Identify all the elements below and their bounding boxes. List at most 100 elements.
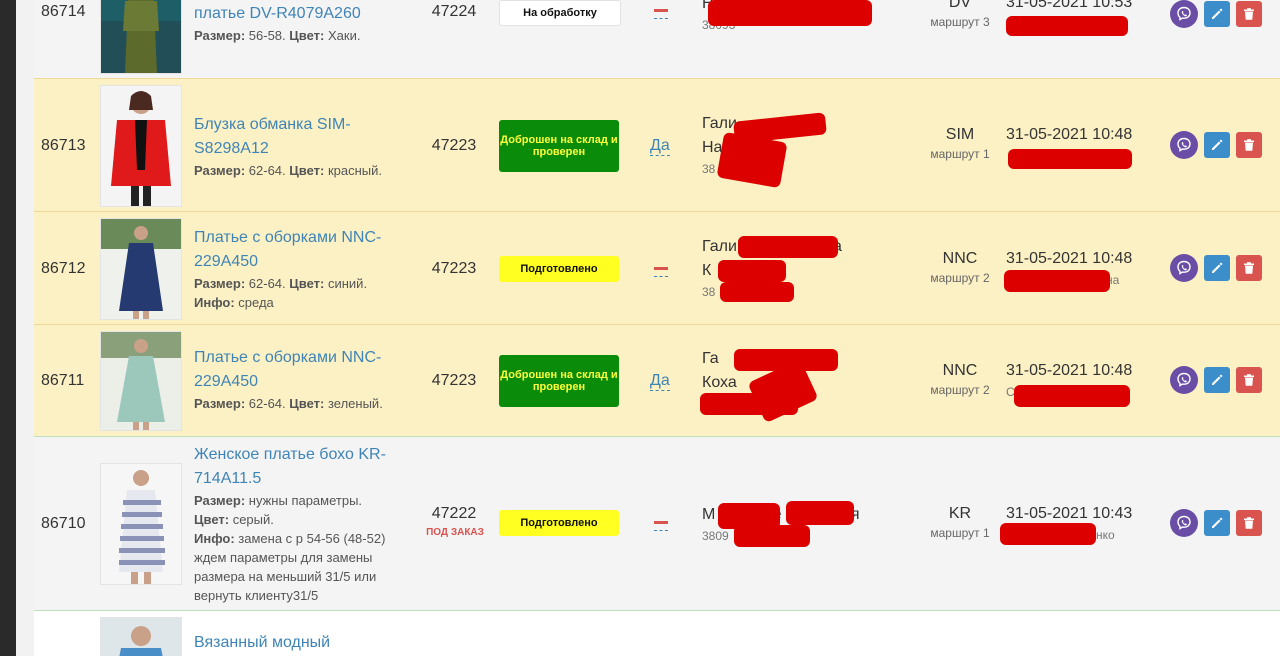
status-badge: На обработку	[499, 0, 621, 26]
pencil-icon	[1212, 262, 1223, 273]
row-actions	[1170, 366, 1280, 394]
edit-button[interactable]	[1204, 367, 1230, 393]
product-info: Платье с оборками NNC- 229A450 Размер: 62…	[194, 226, 409, 312]
product-thumbnail[interactable]	[100, 463, 182, 585]
product-info: Блузка обманка SIM- S8298A12 Размер: 62-6…	[194, 113, 409, 180]
size-value: 56-58.	[248, 28, 286, 43]
client-order-number: 47223	[431, 260, 477, 277]
product-title-link[interactable]: Женское платье бохо KR- 714A11.5	[194, 443, 409, 491]
product-size-color: Размер: 62-64. Цвет: зеленый.	[194, 396, 383, 411]
payment-status-unpaid[interactable]	[654, 267, 668, 277]
route-code: NNC	[942, 362, 978, 379]
route-code: KR	[948, 505, 972, 522]
left-panel-edge	[16, 0, 35, 656]
route-name: маршрут 2	[930, 271, 990, 285]
delete-button[interactable]	[1236, 132, 1262, 158]
delete-button[interactable]	[1236, 1, 1262, 27]
product-thumbnail[interactable]	[100, 0, 182, 74]
redaction-mark	[1006, 16, 1128, 36]
order-id: 86711	[41, 372, 85, 389]
product-color: Цвет: серый.	[194, 512, 274, 527]
product-title-link[interactable]: Блузка обманка SIM- S8298A12	[194, 113, 409, 161]
payment-status-paid[interactable]: Да	[650, 137, 670, 156]
payment-status-unpaid[interactable]	[654, 521, 668, 531]
delete-button[interactable]	[1236, 255, 1262, 281]
client-order-number: 47222 ПОД ЗАКАЗ	[426, 505, 484, 538]
status-badge: Подготовлено	[499, 256, 619, 282]
route-name: маршрут 1	[930, 147, 990, 161]
product-info-note: вернуть клиенту31/5	[194, 588, 319, 603]
route-name: маршрут 2	[930, 383, 990, 397]
product-thumbnail[interactable]	[100, 617, 182, 656]
delete-button[interactable]	[1236, 510, 1262, 536]
status-badge: Подготовлено	[499, 510, 619, 536]
delete-button[interactable]	[1236, 367, 1262, 393]
redaction-mark	[720, 282, 794, 302]
edit-button[interactable]	[1204, 132, 1230, 158]
edit-button[interactable]	[1204, 1, 1230, 27]
trash-icon	[1244, 262, 1254, 274]
row-actions	[1170, 509, 1280, 537]
status-badge: Доброшен на склад и проверен	[499, 120, 619, 172]
color-label: Цвет:	[289, 28, 325, 43]
redaction-mark	[708, 0, 872, 26]
order-id: 86712	[41, 260, 86, 277]
redaction-mark	[1014, 385, 1130, 407]
viber-button[interactable]	[1170, 254, 1198, 282]
route-info: NNC маршрут 2	[914, 360, 1006, 398]
product-size-color: Размер: 62-64. Цвет: синий.	[194, 276, 368, 291]
redaction-mark	[718, 260, 786, 282]
product-title-link[interactable]: Вязанный модный	[194, 631, 409, 655]
row-actions	[1170, 131, 1280, 159]
viber-icon	[1177, 6, 1191, 21]
row-actions	[1170, 254, 1280, 282]
product-size: Размер: нужны параметры.	[194, 493, 363, 508]
route-code: DV	[948, 0, 972, 11]
redaction-mark	[738, 236, 838, 258]
viber-icon	[1177, 260, 1191, 275]
product-size-color: Размер: 62-64. Цвет: красный.	[194, 163, 383, 178]
pencil-icon	[1212, 139, 1223, 150]
product-title-link[interactable]: платье DV-R4079A260	[194, 2, 409, 26]
route-code: NNC	[942, 250, 978, 267]
viber-button[interactable]	[1170, 509, 1198, 537]
order-id: 86713	[41, 137, 86, 154]
order-datetime: 31-05-2021 10:48	[1006, 250, 1133, 267]
order-datetime: 31-05-2021 10:48	[1006, 126, 1133, 143]
status-badge: Доброшен на склад и проверен	[499, 355, 619, 407]
pencil-icon	[1212, 8, 1223, 19]
product-title-link[interactable]: Платье с оборками NNC- 229A450	[194, 226, 409, 274]
table-row: 86714 платье DV-R4079A260 Размер: 56-58.…	[34, 0, 1280, 78]
trash-icon	[1244, 8, 1254, 20]
redaction-mark	[1004, 270, 1110, 292]
viber-button[interactable]	[1170, 366, 1198, 394]
viber-button[interactable]	[1170, 0, 1198, 28]
preorder-badge: ПОД ЗАКАЗ	[426, 527, 484, 538]
edit-button[interactable]	[1204, 255, 1230, 281]
product-info-note: размера на меньший 31/5 или	[194, 569, 377, 584]
edit-button[interactable]	[1204, 510, 1230, 536]
product-thumbnail[interactable]	[100, 331, 182, 431]
order-id: 86710	[41, 515, 86, 532]
client-order-number: 47223	[431, 137, 477, 154]
row-actions	[1170, 0, 1280, 28]
payment-status-unpaid[interactable]	[654, 9, 668, 19]
route-info: KR маршрут 1	[914, 503, 1006, 541]
product-thumbnail[interactable]	[100, 85, 182, 207]
payment-status-paid[interactable]: Да	[650, 372, 670, 391]
redaction-mark	[716, 131, 788, 189]
order-datetime: 31-05-2021 10:53	[1006, 0, 1133, 11]
product-info-note: ждем параметры для замены	[194, 550, 373, 565]
product-thumbnail[interactable]	[100, 218, 182, 320]
trash-icon	[1244, 517, 1254, 529]
product-info-note: Инфо: замена с р 54-56 (48-52)	[194, 531, 386, 546]
product-info-note: Инфо: среда	[194, 295, 274, 310]
product-info: Вязанный модный	[194, 631, 409, 655]
product-title-link[interactable]: Платье с оборками NNC- 229A450	[194, 346, 409, 394]
orders-table: 86714 платье DV-R4079A260 Размер: 56-58.…	[34, 0, 1280, 656]
table-row: 86712 Платье с оборками NNC- 229A450 Разм…	[34, 211, 1280, 324]
viber-button[interactable]	[1170, 131, 1198, 159]
redaction-mark	[1000, 523, 1096, 545]
product-info: платье DV-R4079A260 Размер: 56-58. Цвет:…	[194, 2, 409, 45]
color-value: Хаки.	[327, 28, 361, 43]
